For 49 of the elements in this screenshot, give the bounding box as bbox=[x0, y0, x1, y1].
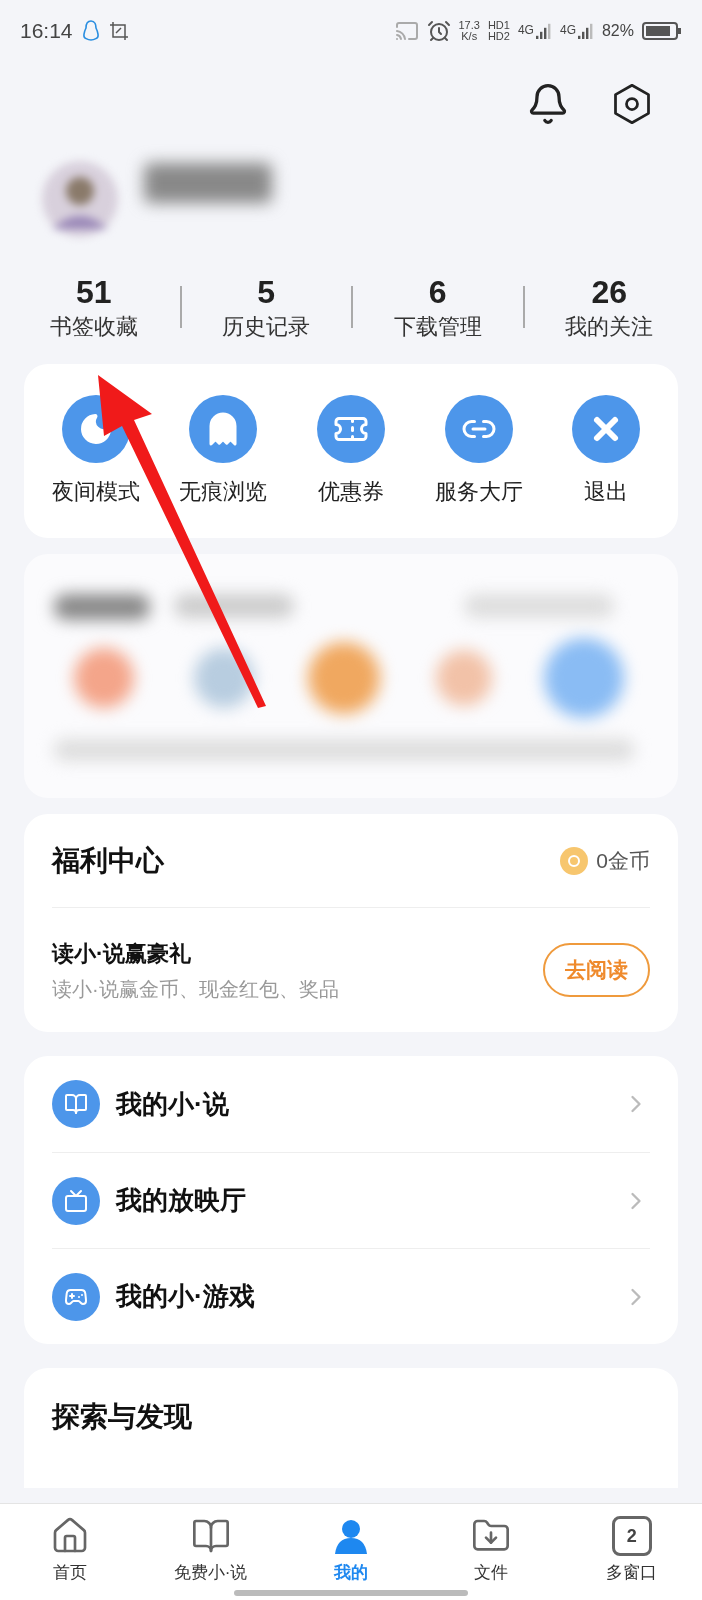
quick-action-button[interactable]: 优惠券 bbox=[287, 394, 415, 508]
signal-icon bbox=[535, 21, 552, 41]
hd-indicator: HD2 bbox=[487, 31, 510, 42]
quick-action-button[interactable]: 服务大厅 bbox=[414, 394, 543, 508]
battery-icon bbox=[642, 21, 682, 41]
alarm-icon bbox=[426, 19, 451, 43]
quick-action-button[interactable]: 退出 bbox=[542, 394, 670, 508]
network-speed: 17.3 bbox=[458, 20, 480, 31]
screenshot-icon bbox=[108, 21, 129, 41]
book-icon bbox=[52, 1080, 100, 1128]
cast-icon bbox=[394, 19, 419, 43]
stat-label[interactable]: 下载管理 bbox=[393, 316, 482, 338]
window-count-icon: 2 bbox=[611, 1516, 652, 1556]
section-title: 探索与发现 bbox=[52, 1401, 192, 1432]
signal-icon bbox=[577, 21, 594, 41]
network-type: 4G bbox=[517, 22, 534, 39]
stat-label[interactable]: 书签收藏 bbox=[49, 316, 138, 338]
menu-item[interactable]: 我的小·说 bbox=[52, 1056, 650, 1152]
nav-tab[interactable]: 2 多窗口 bbox=[561, 1504, 702, 1600]
menu-label: 我的放映厅 bbox=[116, 1184, 247, 1217]
task-title: 读小·说赢豪礼 bbox=[52, 939, 193, 968]
stat-count[interactable]: 26 bbox=[591, 276, 628, 308]
menu-label: 我的小·游戏 bbox=[116, 1280, 256, 1313]
stat-count[interactable]: 5 bbox=[257, 276, 276, 308]
network-type: 4G bbox=[559, 22, 576, 39]
stat-label[interactable]: 我的关注 bbox=[565, 316, 654, 338]
quick-action-button[interactable]: 无痕浏览 bbox=[159, 394, 288, 508]
avatar[interactable] bbox=[40, 159, 120, 239]
battery-percent: 82% bbox=[601, 21, 634, 41]
menu-item[interactable]: 我的放映厅 bbox=[52, 1152, 650, 1248]
gamepad-icon bbox=[52, 1272, 100, 1321]
nav-tab[interactable]: 免费小·说 bbox=[140, 1504, 281, 1600]
penguin-icon bbox=[80, 19, 101, 43]
hd-indicator: HD1 bbox=[487, 20, 510, 31]
play-screen-icon bbox=[52, 1176, 100, 1225]
stat-count[interactable]: 6 bbox=[428, 276, 447, 308]
clock-time: 16:14 bbox=[20, 18, 73, 45]
section-title: 福利中心 bbox=[52, 843, 164, 878]
stat-label[interactable]: 历史记录 bbox=[222, 316, 311, 338]
task-subtitle: 读小·说赢金币、现金红包、奖品 bbox=[52, 976, 339, 1002]
coin-icon bbox=[560, 846, 589, 875]
menu-item[interactable]: 我的小·游戏 bbox=[52, 1248, 650, 1344]
menu-label: 我的小·说 bbox=[116, 1087, 230, 1121]
nav-tab[interactable]: 首页 bbox=[0, 1504, 141, 1600]
speed-unit: K/s bbox=[461, 31, 478, 42]
stat-count[interactable]: 51 bbox=[75, 276, 112, 308]
nav-tab[interactable]: 我的 bbox=[280, 1504, 422, 1600]
nav-tab[interactable]: 文件 bbox=[421, 1504, 562, 1600]
coin-balance: 0金币 bbox=[596, 847, 650, 874]
